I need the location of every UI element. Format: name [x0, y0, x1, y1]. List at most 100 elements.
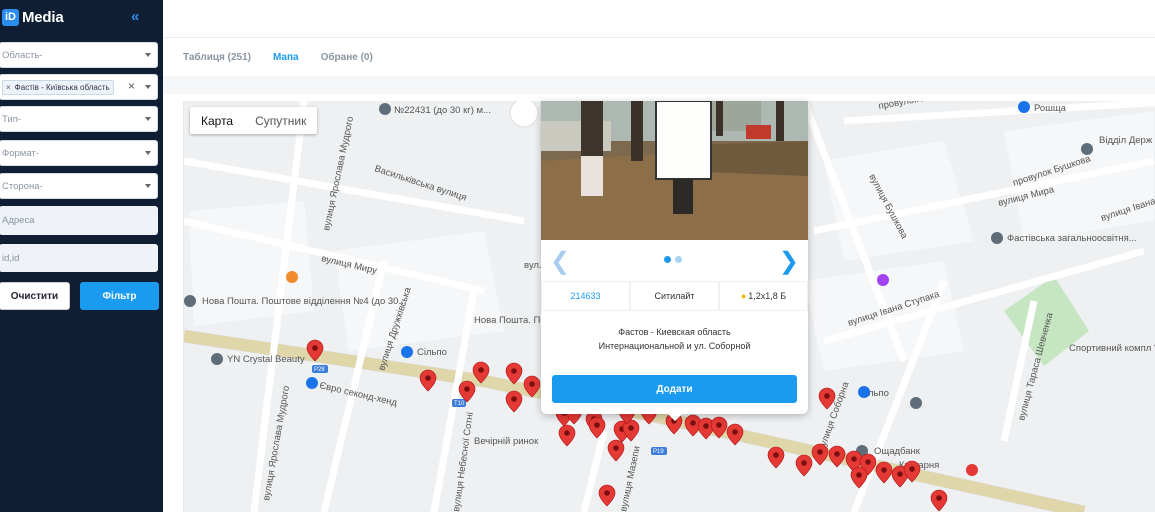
marker-dot — [732, 429, 738, 435]
map-label: Вечірній ринок — [474, 436, 539, 447]
city-tag-label: Фастів - Київська область — [14, 82, 110, 92]
collapse-sidebar-icon[interactable]: « — [131, 8, 139, 25]
map-label: Фастівська загальноосвітня... — [1007, 233, 1137, 244]
marker-dot — [464, 386, 470, 392]
map-type-switch[interactable]: Карта Супутник — [190, 107, 318, 134]
place-icon — [877, 274, 889, 286]
shop-icon — [858, 386, 870, 398]
sidebar: iD Media « Область- × Фастів - Київська … — [0, 0, 163, 512]
address-placeholder: Адреса — [2, 215, 35, 226]
clear-button[interactable]: Очистити — [0, 282, 70, 310]
marker-dot — [703, 423, 709, 429]
map-control[interactable] — [509, 101, 539, 128]
top-bar — [163, 0, 1155, 38]
chevron-down-icon — [145, 117, 151, 121]
marker-dot — [478, 367, 484, 373]
content-gap — [163, 76, 1155, 94]
school-icon — [991, 232, 1003, 244]
tab-table[interactable]: Таблиця (251) — [183, 52, 251, 63]
marker-dot — [834, 451, 840, 457]
pin-icon — [211, 353, 223, 365]
map-label: Нова Пошта. Поштове відділення №4 (до 30… — [202, 296, 406, 307]
marker-dot — [594, 422, 600, 428]
marker-dot — [511, 368, 517, 374]
chevron-down-icon — [145, 85, 151, 89]
chevron-down-icon — [145, 151, 151, 155]
slide-dot[interactable] — [664, 256, 671, 263]
address-input[interactable]: Адреса — [0, 206, 158, 235]
map-type-satellite[interactable]: Супутник — [244, 107, 317, 134]
logo-mark: iD — [2, 8, 19, 26]
billboard-size: ● 1,2х1,8 Б — [719, 281, 808, 311]
store-icon — [966, 464, 978, 476]
marker-dot — [716, 422, 722, 428]
marker-dot — [824, 393, 830, 399]
marker-dot — [909, 466, 915, 472]
marker-dot — [851, 456, 857, 462]
map-label: №22431 (до 30 кг) м... — [394, 105, 491, 116]
billboard-size-label: 1,2х1,8 Б — [748, 291, 787, 301]
lightbulb-icon: ● — [740, 291, 747, 301]
slide-indicator — [664, 256, 686, 263]
marker-dot — [425, 375, 431, 381]
side-placeholder: Сторона- — [2, 180, 43, 192]
chevron-down-icon — [145, 184, 151, 188]
post-icon — [379, 103, 391, 115]
billboard-specs: 214633 Ситилайт ● 1,2х1,8 Б — [541, 281, 808, 311]
marker-dot — [897, 471, 903, 477]
city-select[interactable]: × Фастів - Київська область × — [0, 74, 158, 100]
slide-dot[interactable] — [675, 256, 682, 263]
marker-dot — [564, 430, 570, 436]
marker-dot — [312, 345, 318, 351]
shop-icon — [306, 377, 318, 389]
map-label: Ощадбанк — [874, 446, 921, 457]
marker-dot — [936, 495, 942, 501]
marker-dot — [817, 449, 823, 455]
road-badge-label: Р19 — [653, 449, 664, 455]
map-label: Спортивний компл "Машинобудівн — [1069, 343, 1155, 354]
marker-dot — [529, 381, 535, 387]
region-placeholder: Область- — [2, 49, 43, 61]
map-label: Рошща — [1034, 103, 1067, 114]
popup-pointer — [667, 413, 683, 421]
tabs: Таблиця (251) Мапа Обране (0) — [163, 38, 1155, 76]
food-icon — [286, 271, 298, 283]
prev-arrow-icon[interactable]: ❮ — [550, 247, 570, 276]
billboard-id: 214633 — [541, 281, 630, 311]
marker-dot — [511, 396, 517, 402]
road-badge-label: Т10 — [454, 401, 465, 407]
post-icon — [184, 295, 196, 307]
address-line-2: Интернациональной и ул. Соборной — [598, 341, 751, 351]
billboard-operator: Ситилайт — [630, 281, 719, 311]
map-type-map[interactable]: Карта — [190, 107, 244, 134]
add-button[interactable]: Додати — [552, 375, 797, 403]
side-select[interactable]: Сторона- — [0, 173, 158, 199]
marker-dot — [628, 425, 634, 431]
id-input[interactable]: id,id — [0, 244, 158, 272]
logo-text: Media — [22, 8, 64, 26]
type-select[interactable]: Тип- — [0, 106, 158, 132]
logo[interactable]: iD Media — [2, 7, 64, 27]
next-arrow-icon[interactable]: ❯ — [779, 247, 799, 276]
marker-dot — [801, 460, 807, 466]
marker-dot — [773, 452, 779, 458]
marker-dot — [865, 459, 871, 465]
city-tag[interactable]: × Фастів - Київська область — [2, 79, 114, 95]
map-label: Сільпо — [417, 347, 447, 358]
marker-dot — [613, 445, 619, 451]
shop-icon — [401, 346, 413, 358]
tab-favorites[interactable]: Обране (0) — [321, 52, 373, 63]
filter-button[interactable]: Фільтр — [80, 282, 159, 310]
map-label: YN Crystal Beauty — [227, 354, 305, 365]
remove-tag-icon[interactable]: × — [6, 83, 11, 92]
billboard-photo — [541, 101, 808, 240]
region-select[interactable]: Область- — [0, 42, 158, 68]
marker-dot — [604, 490, 610, 496]
format-select[interactable]: Формат- — [0, 140, 158, 166]
marker-dot — [690, 420, 696, 426]
address-line-1: Фастов - Киевская область — [618, 327, 731, 337]
tab-map[interactable]: Мапа — [273, 52, 299, 63]
clear-icon[interactable]: × — [128, 79, 135, 93]
marker-dot — [881, 467, 887, 473]
school-icon — [910, 397, 922, 409]
